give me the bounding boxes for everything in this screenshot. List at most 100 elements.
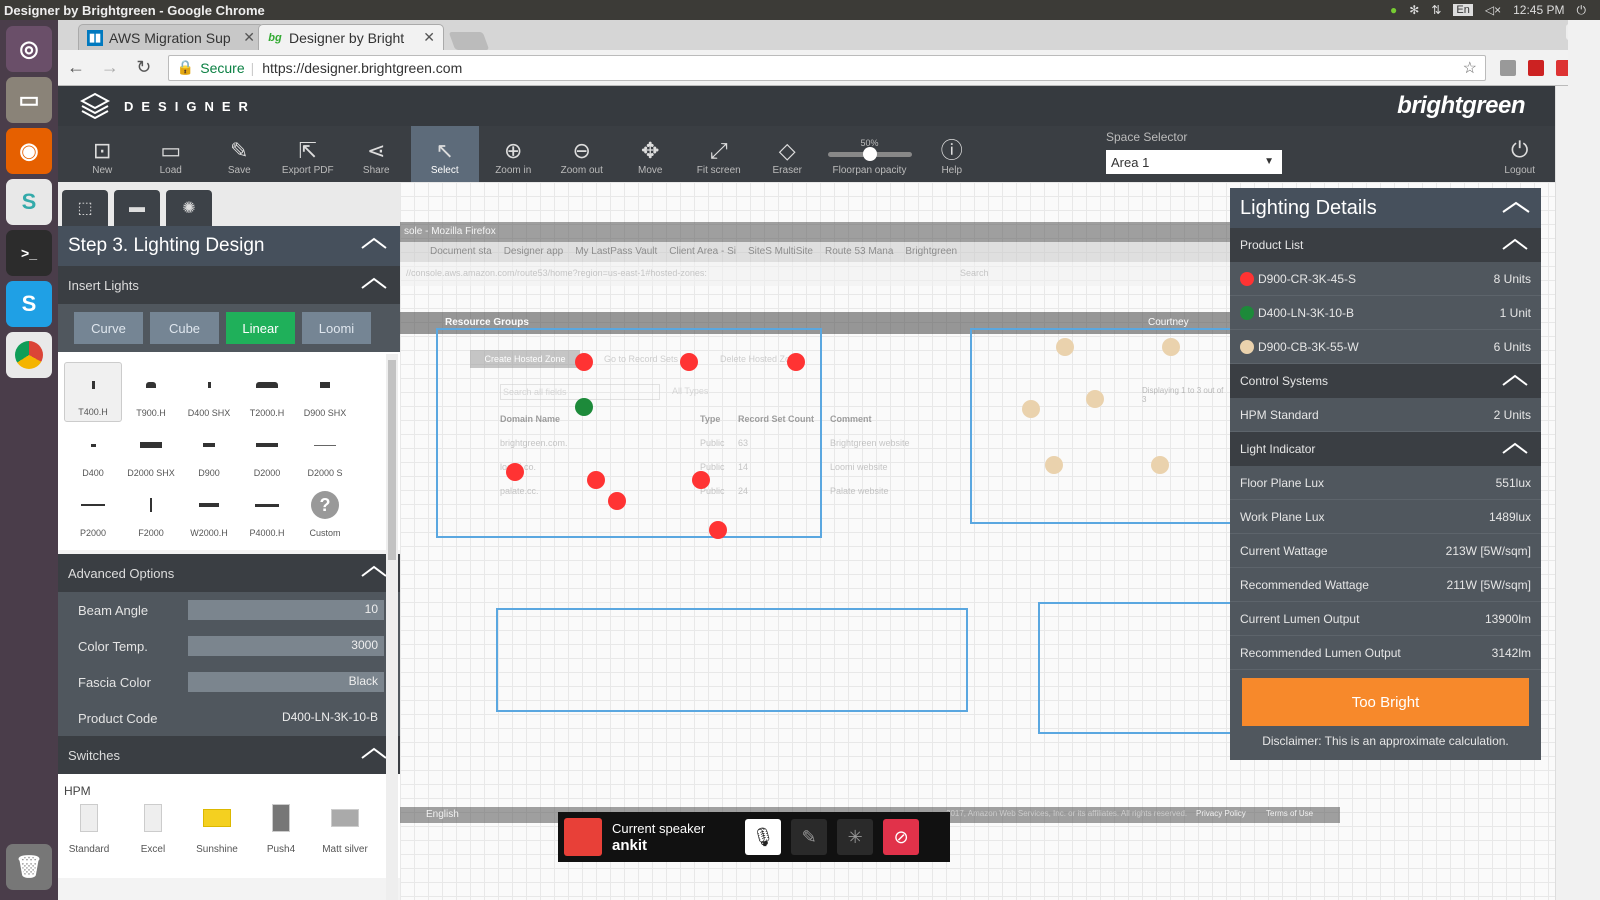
fit-screen-button[interactable]: ⤢ Fit screen xyxy=(685,126,754,182)
advanced-options-header[interactable]: Advanced Options xyxy=(58,554,400,592)
tab-furniture[interactable]: ▬ xyxy=(114,190,160,226)
back-icon[interactable]: ← xyxy=(66,57,86,78)
color-temp-input[interactable]: 3000 xyxy=(188,636,384,656)
share-button[interactable]: ⋖ Share xyxy=(342,126,411,182)
insert-lights-header[interactable]: Insert Lights xyxy=(58,266,400,304)
too-bright-status-button[interactable]: Too Bright xyxy=(1242,678,1529,726)
chevron-up-icon[interactable] xyxy=(1501,440,1529,458)
page-scrollbar[interactable] xyxy=(1555,86,1568,900)
new-button[interactable]: ⊡ New xyxy=(68,126,137,182)
opacity-track[interactable] xyxy=(827,147,912,161)
light-item[interactable]: D900 SHX xyxy=(296,362,354,422)
files-icon[interactable]: ▭ xyxy=(6,77,52,123)
light-d400-ln[interactable] xyxy=(575,398,593,416)
light-item[interactable]: D2000 SHX xyxy=(122,422,180,482)
tab-aws-migration[interactable]: ▮▮ AWS Migration Sup ✕ xyxy=(78,24,264,50)
light-d900-cr[interactable] xyxy=(506,463,524,481)
microphone-button[interactable]: 🎙 xyxy=(745,819,782,855)
zoom-out-button[interactable]: ⊖ Zoom out xyxy=(548,126,617,182)
light-item[interactable]: F2000 xyxy=(122,482,180,542)
chevron-up-icon[interactable] xyxy=(360,744,388,764)
tab-designer[interactable]: bg Designer by Bright ✕ xyxy=(258,24,444,50)
close-tab-icon[interactable]: ✕ xyxy=(243,29,255,46)
space-select[interactable]: Area 1 ▼ xyxy=(1106,150,1282,174)
chevron-up-icon[interactable] xyxy=(360,234,388,254)
chrome-icon[interactable] xyxy=(6,332,52,378)
light-item[interactable]: D900 xyxy=(180,422,238,482)
chevron-up-icon[interactable] xyxy=(360,274,388,294)
light-item[interactable]: T900.H xyxy=(122,362,180,422)
switch-item[interactable]: Excel xyxy=(128,804,178,855)
ubuntu-icon[interactable]: ◎ xyxy=(6,26,52,72)
light-item[interactable]: W2000.H xyxy=(180,482,238,542)
bookmark-star-icon[interactable]: ☆ xyxy=(1463,58,1477,78)
light-d900-cb[interactable] xyxy=(1022,400,1040,418)
chevron-up-icon[interactable] xyxy=(1501,372,1529,390)
tab-room-shape[interactable]: ⬚ xyxy=(62,190,108,226)
keyboard-lang[interactable]: En xyxy=(1453,4,1473,16)
beam-angle-input[interactable]: 10 xyxy=(188,600,384,620)
settings-icon[interactable]: ✻ xyxy=(1409,3,1419,17)
light-type-loomi[interactable]: Loomi xyxy=(302,312,371,344)
light-item[interactable]: P4000.H xyxy=(238,482,296,542)
pen-button[interactable]: ✎ xyxy=(791,819,828,855)
help-button[interactable]: ⓘ Help xyxy=(918,126,987,182)
light-d900-cb[interactable] xyxy=(1045,456,1063,474)
light-item[interactable]: D2000 xyxy=(238,422,296,482)
light-item[interactable]: D400 SHX xyxy=(180,362,238,422)
firefox-icon[interactable]: ◉ xyxy=(6,128,52,174)
volume-icon[interactable]: ◁× xyxy=(1485,3,1501,17)
lighting-zone[interactable] xyxy=(970,328,1240,524)
lighting-zone[interactable] xyxy=(496,608,968,712)
light-d900-cr[interactable] xyxy=(575,353,593,371)
logout-button[interactable]: ⏻ Logout xyxy=(1504,126,1535,182)
floorplan-opacity-slider[interactable]: 50% Floorpan opacity xyxy=(822,126,918,182)
transfer-icon[interactable]: ⇅ xyxy=(1431,3,1441,17)
forward-icon[interactable]: → xyxy=(100,57,120,78)
light-type-curve[interactable]: Curve xyxy=(74,312,143,344)
slack-icon[interactable]: S xyxy=(6,179,52,225)
light-d900-cb[interactable] xyxy=(1151,456,1169,474)
light-item[interactable]: D400 xyxy=(64,422,122,482)
eraser-button[interactable]: ◇ Eraser xyxy=(753,126,822,182)
light-d900-cr[interactable] xyxy=(787,353,805,371)
clock[interactable]: 12:45 PM xyxy=(1513,3,1564,17)
control-systems-header[interactable]: Control Systems xyxy=(1230,364,1541,398)
light-d900-cr[interactable] xyxy=(709,521,727,539)
step-header[interactable]: Step 3. Lighting Design xyxy=(58,226,400,266)
move-button[interactable]: ✥ Move xyxy=(616,126,685,182)
chevron-up-icon[interactable] xyxy=(1501,236,1529,254)
address-bar[interactable]: 🔒 Secure | https://designer.brightgreen.… xyxy=(167,54,1486,81)
reload-icon[interactable]: ↻ xyxy=(134,57,154,78)
light-type-cube[interactable]: Cube xyxy=(150,312,219,344)
light-item[interactable]: D2000 S xyxy=(296,422,354,482)
panel-scrollbar[interactable] xyxy=(386,354,398,900)
light-d900-cr[interactable] xyxy=(608,492,626,510)
switch-item[interactable]: Sunshine xyxy=(192,804,242,855)
lighting-zone[interactable] xyxy=(436,328,822,538)
light-indicator-header[interactable]: Light Indicator xyxy=(1230,432,1541,466)
load-button[interactable]: ▭ Load xyxy=(137,126,206,182)
network-icon[interactable]: ● xyxy=(1390,3,1397,17)
light-d900-cr[interactable] xyxy=(692,471,710,489)
extension-icon[interactable] xyxy=(1499,59,1516,76)
light-type-linear[interactable]: Linear xyxy=(226,312,295,344)
stop-share-button[interactable]: ⊘ xyxy=(883,819,920,855)
pointer-button[interactable]: ✳ xyxy=(837,819,874,855)
lighting-details-header[interactable]: Lighting Details xyxy=(1230,188,1541,228)
light-d900-cb[interactable] xyxy=(1086,390,1104,408)
save-button[interactable]: ✎ Save xyxy=(205,126,274,182)
chevron-up-icon[interactable] xyxy=(1501,198,1531,218)
lighting-zone[interactable] xyxy=(1038,602,1238,734)
switch-item[interactable]: Standard xyxy=(64,804,114,855)
product-list-header[interactable]: Product List xyxy=(1230,228,1541,262)
light-item-custom[interactable]: ? Custom xyxy=(296,482,354,542)
terminal-icon[interactable]: >_ xyxy=(6,230,52,276)
light-d900-cb[interactable] xyxy=(1056,338,1074,356)
switches-header[interactable]: Switches xyxy=(58,736,400,774)
opacity-knob[interactable] xyxy=(862,147,877,161)
skype-icon[interactable]: S xyxy=(6,281,52,327)
fascia-color-input[interactable]: Black xyxy=(188,672,384,692)
chevron-up-icon[interactable] xyxy=(360,562,388,582)
light-d900-cb[interactable] xyxy=(1162,338,1180,356)
